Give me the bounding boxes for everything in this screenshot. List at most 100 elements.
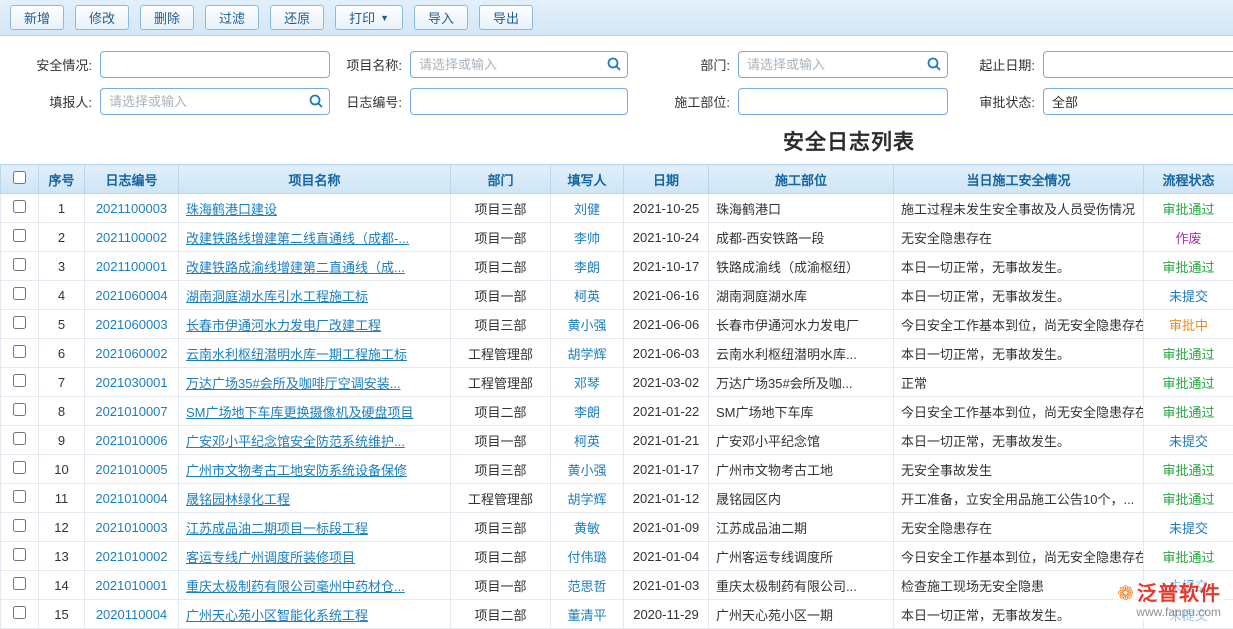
table-row[interactable]: 13 2021010002 客运专线广州调度所装修项目 项目二部 付伟璐 202…	[1, 542, 1233, 571]
writer-link[interactable]: 范思哲	[567, 579, 606, 594]
project-name-link[interactable]: 江苏成品油二期项目一标段工程	[186, 521, 368, 536]
row-checkbox[interactable]	[13, 258, 26, 271]
filter-button[interactable]: 过滤	[205, 5, 259, 30]
project-name-link[interactable]: 晟铭园林绿化工程	[186, 492, 290, 507]
writer-link[interactable]: 胡学辉	[567, 347, 606, 362]
writer-link[interactable]: 董清平	[567, 608, 606, 623]
row-checkbox[interactable]	[13, 316, 26, 329]
log-number-link[interactable]: 2021010006	[95, 433, 167, 448]
table-row[interactable]: 15 2020110004 广州天心苑小区智能化系统工程 项目二部 董清平 20…	[1, 600, 1233, 629]
search-icon[interactable]	[926, 56, 942, 72]
row-checkbox[interactable]	[13, 403, 26, 416]
table-row[interactable]: 5 2021060003 长春市伊通河水力发电厂改建工程 项目三部 黄小强 20…	[1, 310, 1233, 339]
log-number-link[interactable]: 2021060002	[95, 346, 167, 361]
writer-link[interactable]: 黄小强	[567, 463, 606, 478]
row-checkbox[interactable]	[13, 577, 26, 590]
project-name-link[interactable]: 广州天心苑小区智能化系统工程	[186, 608, 368, 623]
project-name-input[interactable]	[410, 51, 628, 78]
writer-link[interactable]: 黄敏	[574, 521, 600, 536]
row-checkbox[interactable]	[13, 548, 26, 561]
writer-link[interactable]: 邓琴	[574, 376, 600, 391]
row-checkbox-cell	[1, 455, 39, 484]
restore-button[interactable]: 还原	[270, 5, 324, 30]
row-checkbox[interactable]	[13, 519, 26, 532]
log-number-link[interactable]: 2021010005	[95, 462, 167, 477]
table-row[interactable]: 14 2021010001 重庆太极制药有限公司毫州中药材仓... 项目一部 范…	[1, 571, 1233, 600]
log-number-link[interactable]: 2020110004	[96, 607, 167, 622]
project-name-link[interactable]: 长春市伊通河水力发电厂改建工程	[186, 318, 381, 333]
filter-row-2: 填报人: 日志编号: 施工部位: 审批状态: 全部	[0, 83, 1233, 120]
project-name-link[interactable]: SM广场地下车库更换摄像机及硬盘项目	[186, 405, 414, 420]
project-name-link[interactable]: 湖南洞庭湖水库引水工程施工标	[186, 289, 368, 304]
row-checkbox[interactable]	[13, 229, 26, 242]
row-checkbox[interactable]	[13, 490, 26, 503]
row-checkbox[interactable]	[13, 345, 26, 358]
writer-link[interactable]: 李朗	[574, 405, 600, 420]
project-name-link[interactable]: 广安邓小平纪念馆安全防范系统维护...	[186, 434, 405, 449]
project-name-link[interactable]: 重庆太极制药有限公司毫州中药材仓...	[186, 579, 405, 594]
log-number-link[interactable]: 2021100001	[96, 259, 167, 274]
row-checkbox[interactable]	[13, 200, 26, 213]
writer-link[interactable]: 胡学辉	[567, 492, 606, 507]
writer-link[interactable]: 付伟璐	[567, 550, 606, 565]
edit-button[interactable]: 修改	[75, 5, 129, 30]
location-input[interactable]	[738, 88, 948, 115]
writer-link[interactable]: 柯英	[574, 434, 600, 449]
delete-button[interactable]: 删除	[140, 5, 194, 30]
reporter-input[interactable]	[100, 88, 330, 115]
import-button[interactable]: 导入	[414, 5, 468, 30]
department-cell: 项目二部	[451, 252, 551, 281]
department-input[interactable]	[738, 51, 948, 78]
row-checkbox[interactable]	[13, 287, 26, 300]
table-row[interactable]: 6 2021060002 云南水利枢纽潜明水库一期工程施工标 工程管理部 胡学辉…	[1, 339, 1233, 368]
log-number-link[interactable]: 2021010001	[95, 578, 167, 593]
table-row[interactable]: 8 2021010007 SM广场地下车库更换摄像机及硬盘项目 项目二部 李朗 …	[1, 397, 1233, 426]
add-button[interactable]: 新增	[10, 5, 64, 30]
log-number-link[interactable]: 2021060003	[95, 317, 167, 332]
approval-status-select[interactable]: 全部	[1043, 88, 1233, 115]
search-icon[interactable]	[308, 93, 324, 109]
date-range-input[interactable]	[1043, 51, 1233, 78]
table-row[interactable]: 12 2021010003 江苏成品油二期项目一标段工程 项目三部 黄敏 202…	[1, 513, 1233, 542]
table-row[interactable]: 1 2021100003 珠海鹤港口建设 项目三部 刘健 2021-10-25 …	[1, 194, 1233, 223]
search-icon[interactable]	[606, 56, 622, 72]
export-button[interactable]: 导出	[479, 5, 533, 30]
table-row[interactable]: 4 2021060004 湖南洞庭湖水库引水工程施工标 项目一部 柯英 2021…	[1, 281, 1233, 310]
row-checkbox[interactable]	[13, 432, 26, 445]
safety-input[interactable]	[100, 51, 330, 78]
log-number-link[interactable]: 2021100003	[96, 201, 167, 216]
date-cell: 2021-10-24	[624, 223, 709, 252]
log-number-link[interactable]: 2021010002	[95, 549, 167, 564]
log-number-link[interactable]: 2021010003	[95, 520, 167, 535]
log-number-link[interactable]: 2021100002	[96, 230, 167, 245]
row-checkbox[interactable]	[13, 461, 26, 474]
print-button[interactable]: 打印 ▼	[335, 5, 403, 30]
row-checkbox[interactable]	[13, 374, 26, 387]
table-row[interactable]: 10 2021010005 广州市文物考古工地安防系统设备保修 项目三部 黄小强…	[1, 455, 1233, 484]
writer-link[interactable]: 李朗	[574, 260, 600, 275]
table-row[interactable]: 11 2021010004 晟铭园林绿化工程 工程管理部 胡学辉 2021-01…	[1, 484, 1233, 513]
log-number-link[interactable]: 2021060004	[95, 288, 167, 303]
project-name-link[interactable]: 万达广场35#会所及咖啡厅空调安装...	[186, 376, 401, 391]
writer-link[interactable]: 李帅	[574, 231, 600, 246]
table-row[interactable]: 9 2021010006 广安邓小平纪念馆安全防范系统维护... 项目一部 柯英…	[1, 426, 1233, 455]
log-number-link[interactable]: 2021030001	[95, 375, 167, 390]
select-all-checkbox[interactable]	[13, 171, 26, 184]
log-number-input[interactable]	[410, 88, 628, 115]
project-name-link[interactable]: 珠海鹤港口建设	[186, 202, 277, 217]
project-name-link[interactable]: 云南水利枢纽潜明水库一期工程施工标	[186, 347, 407, 362]
table-row[interactable]: 7 2021030001 万达广场35#会所及咖啡厅空调安装... 工程管理部 …	[1, 368, 1233, 397]
project-name-link[interactable]: 客运专线广州调度所装修项目	[186, 550, 355, 565]
row-checkbox[interactable]	[13, 606, 26, 619]
project-name-link[interactable]: 改建铁路成渝线增建第二直通线（成...	[186, 260, 405, 275]
writer-link[interactable]: 刘健	[574, 202, 600, 217]
writer-link[interactable]: 柯英	[574, 289, 600, 304]
table-row[interactable]: 2 2021100002 改建铁路线增建第二线直通线（成都-... 项目一部 李…	[1, 223, 1233, 252]
table-row[interactable]: 3 2021100001 改建铁路成渝线增建第二直通线（成... 项目二部 李朗…	[1, 252, 1233, 281]
project-name-link[interactable]: 广州市文物考古工地安防系统设备保修	[186, 463, 407, 478]
log-number-link[interactable]: 2021010004	[95, 491, 167, 506]
log-number-link[interactable]: 2021010007	[95, 404, 167, 419]
project-name-link[interactable]: 改建铁路线增建第二线直通线（成都-...	[186, 231, 409, 246]
writer-link[interactable]: 黄小强	[567, 318, 606, 333]
location-cell: 广州客运专线调度所	[709, 542, 894, 571]
